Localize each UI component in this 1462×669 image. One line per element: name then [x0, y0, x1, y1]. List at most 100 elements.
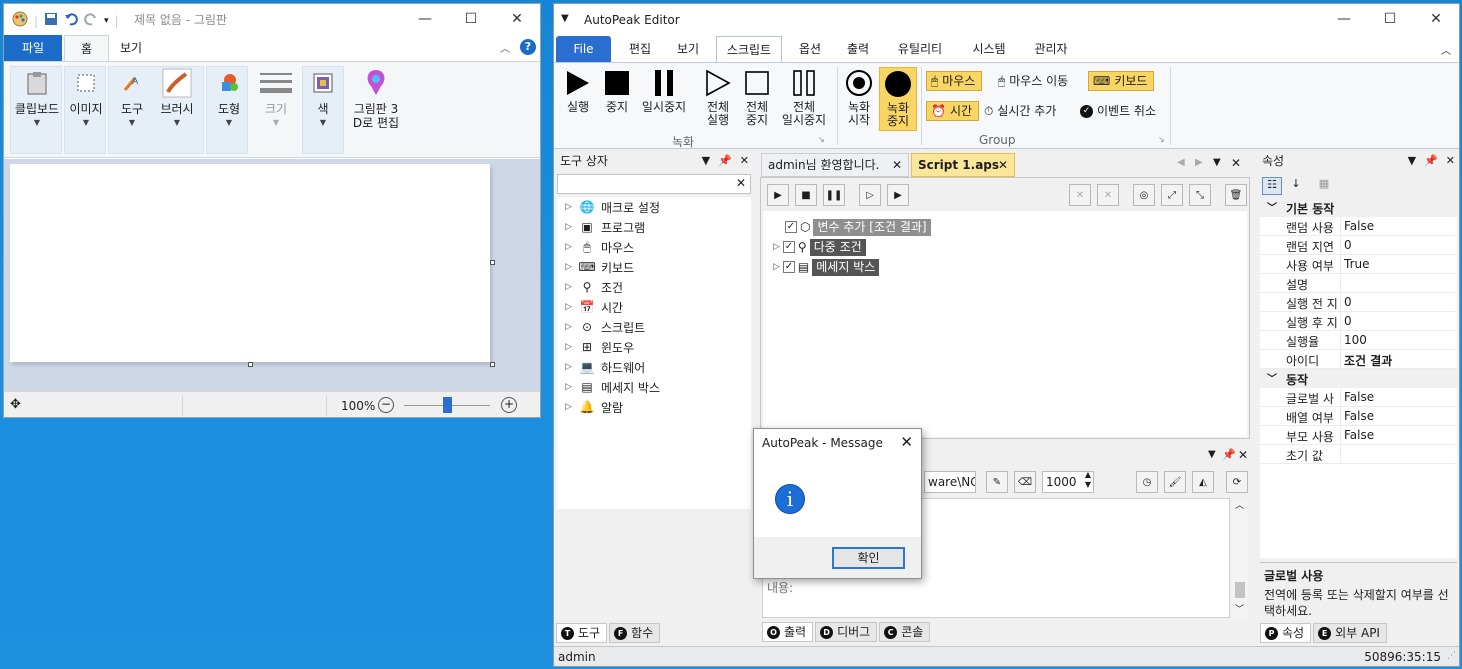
redo-icon[interactable] [84, 12, 98, 29]
ap-minimize-icon[interactable]: — [1321, 4, 1367, 34]
property-row[interactable]: 부모 사용 False [1260, 426, 1457, 445]
property-row[interactable]: 실행율 100 [1260, 331, 1457, 350]
script-play-icon[interactable]: ▶ [767, 184, 789, 206]
expand-arrow-icon[interactable]: ▷ [773, 262, 780, 272]
maximize-icon[interactable]: ☐ [448, 4, 494, 34]
colors-button[interactable]: 색 ▼ [302, 68, 344, 130]
toolbox-item-mouse[interactable]: ▷ 🖱 마우스 [565, 237, 634, 257]
tab-list-icon[interactable]: ▼ [1213, 157, 1221, 168]
script-run-to-icon[interactable]: ▶ [887, 184, 909, 206]
properties-dropdown-icon[interactable]: ▼ [1408, 151, 1416, 171]
run-all-button[interactable]: 전체 실행 [698, 67, 738, 127]
zoom-in-icon[interactable]: + [501, 397, 517, 413]
tab-welcome[interactable]: admin님 환영합니다. ✕ [761, 153, 909, 177]
menu-output[interactable]: 출력 [838, 36, 878, 62]
stepper-arrows-icon[interactable]: ▲ ▼ [1085, 470, 1091, 490]
property-row[interactable]: 사용 여부 True [1260, 255, 1457, 274]
toolbox-item-condition[interactable]: ▷ ⚲ 조건 [565, 277, 623, 297]
ap-collapse-ribbon-icon[interactable]: ︿ [1441, 42, 1451, 57]
tree-node[interactable]: ▷ ✓ ▤ 메세지 박스 [773, 258, 880, 276]
node-checkbox[interactable]: ✓ [782, 241, 795, 253]
property-row[interactable]: 설명 [1260, 274, 1457, 293]
property-row[interactable]: 아이디 조건 결과 [1260, 350, 1457, 369]
mouse-toggle[interactable]: 🖱 마우스 [926, 71, 983, 91]
pause-all-button[interactable]: 전체 일시중지 [778, 67, 830, 127]
tab-functions[interactable]: F 함수 [609, 623, 661, 643]
toolbox-pin-icon[interactable]: 📌 [718, 151, 732, 171]
resize-handle-corner[interactable] [490, 362, 495, 367]
resize-handle-bottom[interactable] [248, 362, 253, 367]
script-pause-icon[interactable]: ❚❚ [823, 184, 845, 206]
zoom-out-icon[interactable]: − [378, 397, 394, 413]
tree-node[interactable]: ✓ ⬡ 변수 추가 [조건 결과] [785, 218, 931, 236]
property-row[interactable]: 실행 후 지0 [1260, 312, 1457, 331]
tab-tools[interactable]: T 도구 [556, 623, 608, 643]
alphabetical-icon[interactable]: ↓ [1286, 177, 1306, 195]
toolbox-item-time[interactable]: ▷ 📅 시간 [565, 297, 623, 317]
undo-icon[interactable] [64, 12, 78, 29]
tab-script[interactable]: Script 1.aps ✕ [911, 153, 1015, 177]
resize-grip-icon[interactable]: ⋰ [1447, 651, 1456, 661]
toolbox-item-window[interactable]: ▷ ⊞ 윈도우 [565, 337, 634, 357]
group-group-expand-icon[interactable]: ↘ [1158, 135, 1165, 144]
tab-view[interactable]: 보기 [104, 35, 158, 61]
save-icon[interactable] [44, 12, 58, 29]
menu-options[interactable]: 옵션 [790, 36, 830, 62]
stop-all-button[interactable]: 전체 중지 [738, 67, 776, 127]
reload-icon[interactable]: ⟳ [1226, 471, 1248, 493]
ap-close-icon[interactable]: ✕ [1413, 4, 1459, 34]
node-checkbox[interactable]: ✓ [785, 221, 797, 233]
clipboard-button[interactable]: 클립보드 ▼ [10, 68, 64, 130]
toolbox-item-messagebox[interactable]: ▷ ▤ 메세지 박스 [565, 377, 660, 397]
output-close-icon[interactable]: ✕ [1238, 448, 1248, 462]
collapse-ribbon-icon[interactable]: ︿ [500, 40, 510, 55]
menu-edit[interactable]: 편집 [620, 36, 660, 62]
script-delete-all-icon[interactable]: ✕ [1097, 184, 1119, 206]
run-button[interactable]: 실행 [560, 67, 596, 114]
script-refresh-icon[interactable]: ◎ [1133, 184, 1155, 206]
minimize-icon[interactable]: — [402, 4, 448, 34]
tab-external-api[interactable]: E 외부 API [1313, 623, 1387, 643]
tab-scroll-right-icon[interactable]: ▶ [1195, 157, 1203, 168]
tab-scroll-left-icon[interactable]: ◀ [1177, 157, 1185, 168]
toolbox-item-program[interactable]: ▷ ▣ 프로그램 [565, 217, 645, 237]
pause-button[interactable]: 일시중지 [638, 67, 690, 114]
properties-pin-icon[interactable]: 📌 [1424, 151, 1438, 171]
tab-script-close-icon[interactable]: ✕ [998, 154, 1008, 176]
menu-utility[interactable]: 유틸리티 [888, 36, 952, 62]
capture-icon[interactable]: ✎ [986, 471, 1008, 493]
toolbox-item-macro[interactable]: ▷ 🌐 매크로 설정 [565, 197, 660, 217]
scroll-down-icon[interactable]: ﹀ [1235, 602, 1244, 615]
toolbox-item-script[interactable]: ▷ ⊙ 스크립트 [565, 317, 645, 337]
script-expand-icon[interactable]: ⤢ [1161, 184, 1183, 206]
add-realtime-button[interactable]: ⏱ 실시간 추가 [980, 101, 1062, 121]
scroll-up-icon[interactable]: ︿ [1235, 498, 1244, 511]
properties-close-icon[interactable]: ✕ [1446, 151, 1455, 171]
property-row[interactable]: 배열 여부 False [1260, 407, 1457, 426]
ap-maximize-icon[interactable]: ☐ [1367, 4, 1413, 34]
paintbrush-icon[interactable]: 🖌 [1164, 471, 1186, 493]
menu-view[interactable]: 보기 [668, 36, 708, 62]
path-field[interactable]: ware\NG [924, 471, 976, 493]
script-step-icon[interactable]: ▷ [859, 184, 881, 206]
output-pin-icon[interactable]: 📌 [1222, 448, 1236, 461]
document-close-icon[interactable]: ✕ [1231, 156, 1241, 170]
stop-button[interactable]: 중지 [600, 67, 634, 114]
paint3d-button[interactable]: 그림판 3 D로 편집 [348, 68, 404, 130]
eraser-icon[interactable]: ⌫ [1014, 471, 1036, 493]
record-start-button[interactable]: 녹화 시작 [842, 67, 876, 127]
toolbox-item-keyboard[interactable]: ▷ ⌨ 키보드 [565, 257, 634, 277]
property-row[interactable]: 실행 전 지0 [1260, 293, 1457, 312]
brushes-button[interactable]: 브러시 ▼ [156, 68, 198, 130]
fill-bucket-icon[interactable]: ◭ [1192, 471, 1214, 493]
property-row[interactable]: 글로벌 사 False [1260, 388, 1457, 407]
property-row[interactable]: 초기 값 [1260, 445, 1457, 464]
mouse-move-toggle[interactable]: 🖱 마우스 이동 [994, 71, 1074, 91]
close-icon[interactable]: ✕ [494, 4, 540, 34]
tab-file[interactable]: 파일 [4, 35, 62, 61]
categorized-icon[interactable]: ☷ [1262, 177, 1282, 195]
clear-search-icon[interactable]: ✕ [736, 176, 746, 190]
record-stop-button[interactable]: 녹화 중지 [879, 67, 917, 131]
cancel-event-button[interactable]: ✓ 이벤트 취소 [1076, 101, 1162, 121]
toolbox-item-alarm[interactable]: ▷ 🔔 알람 [565, 397, 623, 417]
